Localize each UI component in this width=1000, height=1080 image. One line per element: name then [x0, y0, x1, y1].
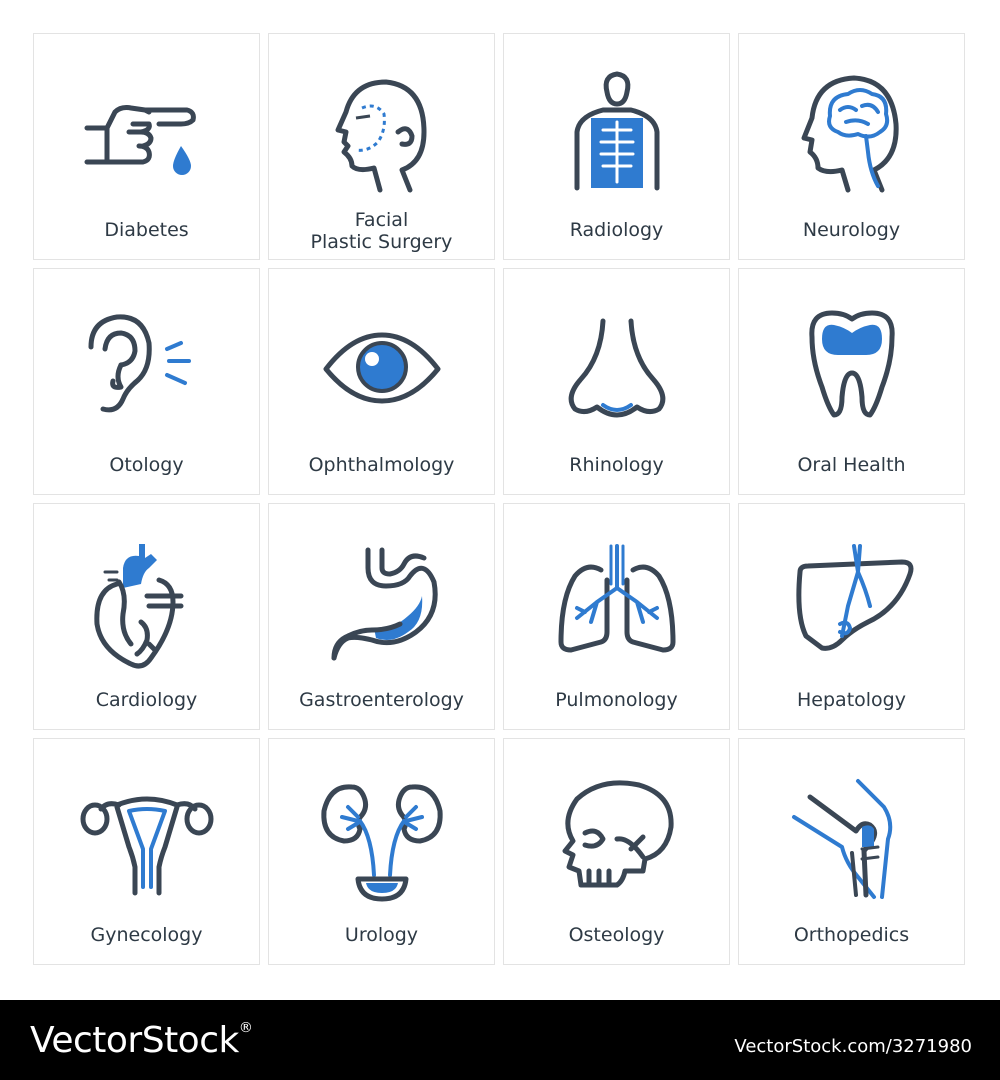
tile-label: Otology [109, 454, 184, 476]
kidneys-icon [320, 784, 443, 902]
tile-label: Gastroenterology [299, 689, 464, 711]
heart-icon [93, 544, 183, 669]
lungs-icon [558, 544, 675, 653]
xray-person-icon [574, 71, 659, 191]
tile-hepatology: Hepatology [738, 503, 965, 730]
liver-icon [795, 544, 913, 651]
tile-label: Neurology [802, 219, 901, 241]
tile-label: Diabetes [104, 219, 189, 241]
tile-diabetes: Diabetes [33, 33, 260, 260]
ear-icon [88, 314, 191, 413]
image-id: VectorStock.com/3271980 [734, 1036, 972, 1057]
tile-radiology: Radiology [503, 33, 730, 260]
tile-label: Osteology [568, 924, 665, 946]
nose-icon [568, 318, 665, 418]
tile-label: Facial Plastic Surgery [310, 209, 453, 253]
finger-blood-drop-icon [84, 105, 196, 175]
tile-label: Orthopedics [793, 924, 910, 946]
tooth-icon [808, 310, 895, 418]
tile-label: Gynecology [90, 924, 203, 946]
tile-neurology: Neurology [738, 33, 965, 260]
tile-label: Pulmonology [555, 689, 678, 711]
tile-facial-plastic-surgery: Facial Plastic Surgery [268, 33, 495, 260]
tile-otology: Otology [33, 268, 260, 495]
tile-label: Oral Health [797, 454, 906, 476]
tile-pulmonology: Pulmonology [503, 503, 730, 730]
stomach-icon [331, 547, 438, 661]
brand-name: VectorStock [30, 1020, 239, 1061]
tile-oral-health: Oral Health [738, 268, 965, 495]
tile-urology: Urology [268, 738, 495, 965]
tile-label: Radiology [569, 219, 664, 241]
brain-head-icon [801, 75, 899, 193]
eye-icon [323, 332, 440, 404]
tile-rhinology: Rhinology [503, 268, 730, 495]
registered-mark: ® [238, 1020, 253, 1036]
tile-cardiology: Cardiology [33, 503, 260, 730]
tile-orthopedics: Orthopedics [738, 738, 965, 965]
uterus-icon [80, 796, 213, 896]
tile-label: Hepatology [797, 689, 906, 711]
vectorstock-logo: VectorStock® [30, 1020, 253, 1061]
tile-osteology: Osteology [503, 738, 730, 965]
tile-label: Ophthalmology [308, 454, 455, 476]
face-profile-icon [335, 79, 426, 193]
watermark-bar: VectorStock® VectorStock.com/3271980 [0, 1000, 1000, 1080]
tile-label: Urology [344, 924, 419, 946]
icon-grid: Diabetes Facial Plastic Surgery Radiolog… [33, 33, 965, 965]
skull-icon [562, 780, 674, 888]
tile-gynecology: Gynecology [33, 738, 260, 965]
tile-gastroenterology: Gastroenterology [268, 503, 495, 730]
knee-joint-icon [791, 779, 892, 899]
tile-label: Rhinology [569, 454, 664, 476]
tile-label: Cardiology [95, 689, 198, 711]
tile-ophthalmology: Ophthalmology [268, 268, 495, 495]
